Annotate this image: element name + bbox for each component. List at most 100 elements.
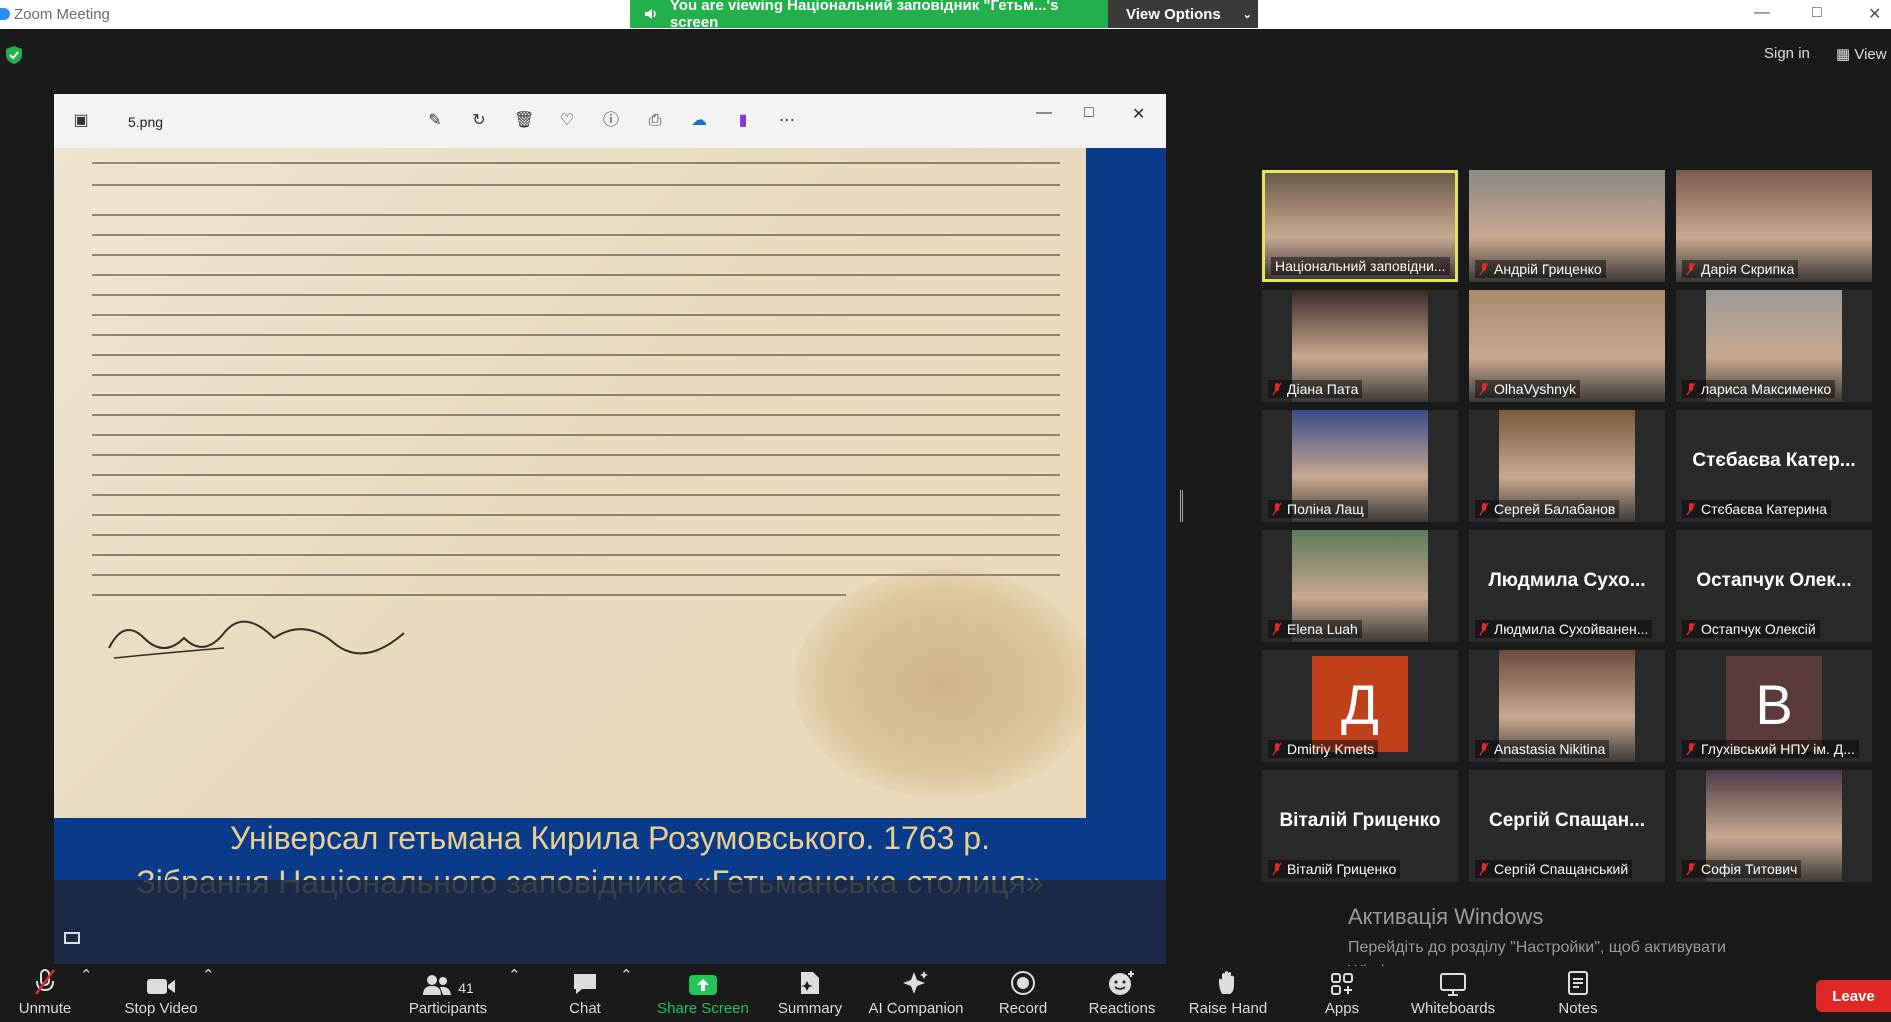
viewer-maximize-icon[interactable]: □ [1084,104,1094,122]
participant-tile[interactable]: Національний заповідни... [1262,170,1458,282]
participant-name: Сергей Балабанов [1494,501,1616,517]
viewer-close-icon[interactable]: ✕ [1132,104,1145,124]
participant-name: Поліна Лащ [1287,501,1364,517]
onedrive-icon[interactable]: ☁ [690,112,708,130]
maximize-icon[interactable]: □ [1812,4,1822,22]
participant-tile[interactable]: Поліна Лащ [1262,410,1458,522]
share-screen-button[interactable]: Share Screen [652,966,754,1022]
minimize-icon[interactable]: — [1754,4,1770,22]
leave-button[interactable]: Leave [1816,980,1891,1012]
edit-image-icon[interactable]: ✎ [426,112,444,130]
split-resize-handle[interactable] [1180,490,1183,522]
raise-hand-button[interactable]: Raise Hand [1186,966,1270,1022]
participant-tile[interactable]: Сергій Спащан... Сергій Спащанський [1469,770,1665,882]
participant-name-label: Андрій Гриценко [1475,260,1606,278]
video-options-caret[interactable]: ⌃ [202,966,215,1022]
participant-tile[interactable]: Дарія Скрипка [1676,170,1872,282]
participant-name-label: Сергей Балабанов [1475,500,1620,518]
participant-name: Стєбаєва Катерина [1701,501,1828,517]
summary-label: Summary [777,1000,843,1017]
participant-name-label: Національний заповідни... [1271,257,1450,275]
raise-hand-icon [1219,971,1234,994]
notes-button[interactable]: Notes [1548,966,1608,1022]
whiteboards-button[interactable]: Whiteboards [1406,966,1500,1022]
participant-name: Дарія Скрипка [1701,261,1795,277]
muted-microphone-icon [1686,382,1696,396]
sign-in-button[interactable]: Sign in [1764,45,1810,62]
participant-tile[interactable]: Віталій Гриценко Віталій Гриценко [1262,770,1458,882]
muted-microphone-icon [1272,742,1282,756]
participant-name-label: Elena Luah [1268,620,1362,638]
clipchamp-icon[interactable]: ▮ [734,112,752,130]
participant-tile[interactable]: Остапчук Олек... Остапчук Олексій [1676,530,1872,642]
unmute-button[interactable]: Unmute [10,966,80,1022]
view-options-button[interactable]: View Options ⌄ [1108,0,1258,28]
view-options-label: View Options [1126,5,1221,23]
view-button[interactable]: ▦ View [1836,45,1887,63]
muted-microphone-icon [1479,742,1489,756]
record-button[interactable]: Record [996,966,1050,1022]
participants-label: Participants [408,1000,488,1017]
muted-microphone-icon [1686,622,1696,636]
participant-tile[interactable]: Діана Пата [1262,290,1458,402]
chat-options-caret[interactable]: ⌃ [620,966,633,1022]
participant-display-name: Сергій Спащан... [1489,810,1645,831]
favorite-icon[interactable]: ♡ [558,112,576,130]
info-icon[interactable]: ⓘ [602,112,620,130]
participant-name: Сергій Спащанський [1494,861,1629,877]
chevron-down-icon: ⌄ [1242,8,1252,21]
reactions-label: Reactions [1088,1000,1156,1017]
print-icon[interactable]: ⎙ [646,112,664,130]
shield-icon[interactable] [6,46,22,64]
audio-options-caret[interactable]: ⌃ [80,966,93,1022]
participant-display-name: Віталій Гриценко [1279,810,1441,831]
reactions-button[interactable]: Reactions [1086,966,1158,1022]
apps-button[interactable]: Apps [1312,966,1372,1022]
muted-microphone-icon [1479,262,1489,276]
muted-microphone-icon [35,969,55,995]
participant-tile[interactable]: Софія Титович [1676,770,1872,882]
manuscript-image [54,148,1086,818]
gallery-icon[interactable]: ▣ [72,112,90,130]
participant-tile[interactable]: Андрій Гриценко [1469,170,1665,282]
participant-tile[interactable]: Elena Luah [1262,530,1458,642]
muted-microphone-icon [1686,502,1696,516]
participant-tile[interactable]: Людмила Сухо... Людмила Сухойванен... [1469,530,1665,642]
summary-button[interactable]: Summary [770,966,850,1022]
participant-tile[interactable]: Anastasia Nikitina [1469,650,1665,762]
participant-name: Національний заповідни... [1275,258,1446,274]
participant-tile[interactable]: OlhaVyshnyk [1469,290,1665,402]
close-icon[interactable]: ✕ [1868,4,1881,24]
participant-name-label: Віталій Гриценко [1268,860,1401,878]
participant-tile[interactable]: лариса Максименко [1676,290,1872,402]
viewer-filename: 5.png [128,114,164,130]
participant-name: Віталій Гриценко [1287,861,1397,877]
participants-options-caret[interactable]: ⌃ [508,966,521,1022]
participant-tile[interactable]: Д Dmitriy Kmets [1262,650,1458,762]
screen-share-banner: You are viewing Національний заповідник … [630,0,1108,31]
share-banner-text: You are viewing Національний заповідник … [669,0,1059,31]
rotate-icon[interactable]: ↻ [470,112,488,130]
ai-companion-button[interactable]: AI Companion [866,966,966,1022]
participant-name: лариса Максименко [1701,381,1832,397]
stop-video-label: Stop Video [124,1000,198,1017]
participant-name-label: OlhaVyshnyk [1475,380,1580,398]
participant-name-label: Стєбаєва Катерина [1682,500,1832,518]
participants-button[interactable]: 41 Participants [400,966,496,1022]
participant-name-label: Сергій Спащанський [1475,860,1633,878]
participant-tile[interactable]: В Глухівський НПУ ім. Д... [1676,650,1872,762]
hetman-signature [108,620,405,659]
share-screen-icon [689,975,717,995]
chat-button[interactable]: Chat [560,966,610,1022]
speaker-icon [644,9,656,19]
participant-tile[interactable]: Стєбаєва Катер... Стєбаєва Катерина [1676,410,1872,522]
viewer-minimize-icon[interactable]: — [1036,104,1052,122]
participant-tile[interactable]: Сергей Балабанов [1469,410,1665,522]
participant-name: Діана Пата [1287,381,1359,397]
activation-title: Активація Windows [1348,904,1544,929]
delete-icon[interactable]: 🗑 [514,112,534,130]
shared-taskbar [54,880,1166,964]
stop-video-button[interactable]: Stop Video [118,966,204,1022]
more-options-icon[interactable]: ⋯ [778,112,796,130]
participant-name-label: Anastasia Nikitina [1475,740,1610,758]
